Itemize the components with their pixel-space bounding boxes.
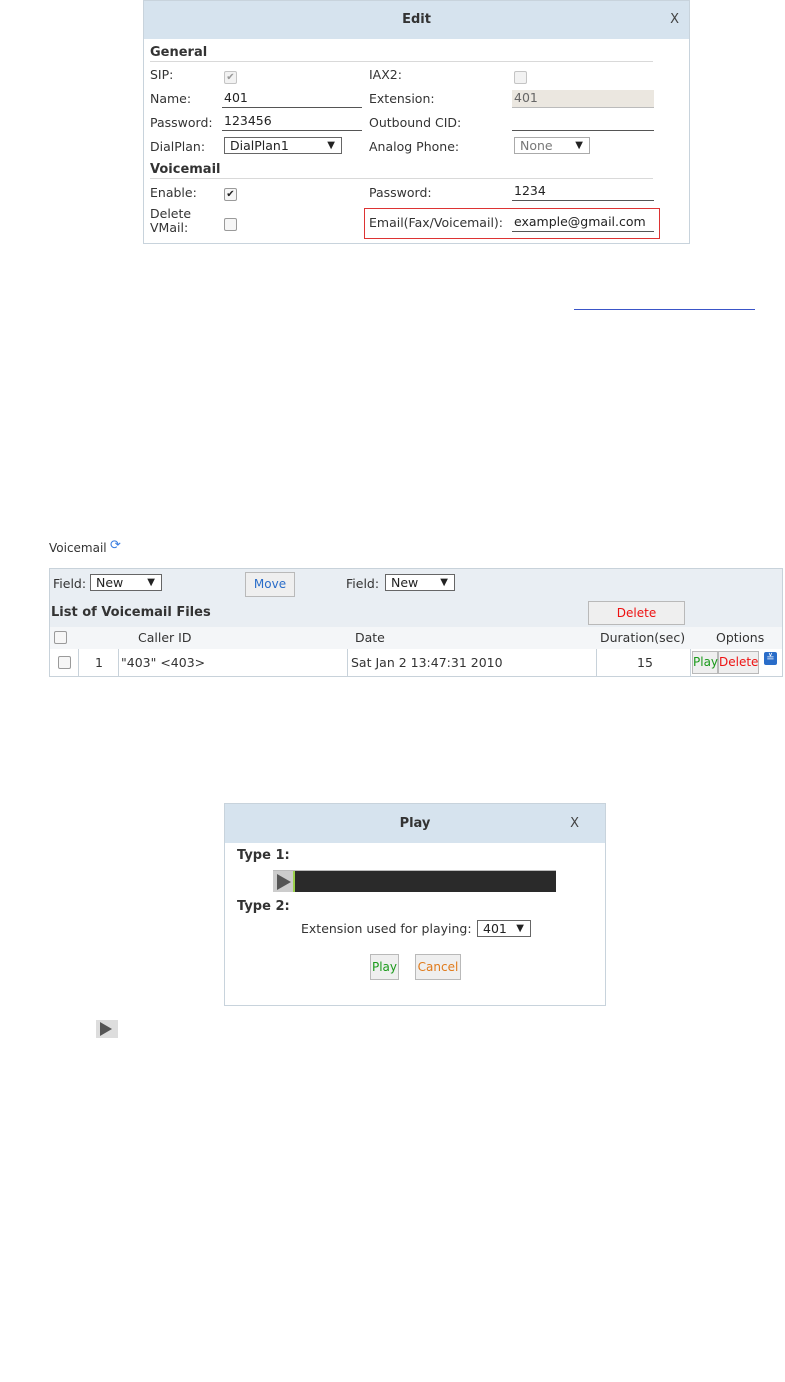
field2-select[interactable]: New ▼	[385, 574, 455, 591]
email-input[interactable]: example@gmail.com	[512, 214, 654, 232]
analog-phone-select-value: None	[520, 138, 553, 153]
row-index: 1	[95, 655, 103, 670]
table-row: 1 "403" <403> Sat Jan 2 13:47:31 2010 15…	[50, 649, 782, 676]
column-duration: Duration(sec)	[600, 630, 686, 645]
list-title: List of Voicemail Files	[51, 605, 211, 620]
chevron-down-icon: ▼	[516, 923, 524, 934]
field2-select-value: New	[391, 575, 419, 590]
row-caller-id: "403" <403>	[121, 655, 206, 670]
column-divider	[78, 649, 79, 676]
type1-label: Type 1:	[237, 848, 290, 863]
move-to-button[interactable]: Move to	[245, 572, 295, 614]
extension-input[interactable]: 401	[512, 90, 654, 108]
voicemail-toolbar: Field: New ▼ Move to Field: New ▼	[50, 569, 782, 614]
player-play-button[interactable]	[273, 871, 295, 892]
extension-used-select-value: 401	[483, 921, 507, 936]
chevron-down-icon: ▼	[147, 577, 155, 588]
row-play-button[interactable]: Play	[692, 651, 718, 674]
sip-label: SIP:	[150, 67, 174, 82]
link-underline[interactable]	[574, 309, 755, 310]
row-date: Sat Jan 2 13:47:31 2010	[351, 655, 503, 670]
play-dialog-title: Play	[399, 816, 431, 831]
row-duration: 15	[637, 655, 653, 670]
column-options: Options	[716, 630, 765, 645]
list-header-row: List of Voicemail Files Delete Selected	[50, 600, 782, 642]
column-date: Date	[355, 630, 385, 645]
chevron-down-icon: ▼	[575, 140, 583, 151]
edit-dialog: Edit X General SIP: ✔ IAX2: Name: 401 Ex…	[143, 0, 690, 244]
play-dialog-titlebar: Play X	[225, 804, 605, 843]
column-divider	[118, 649, 119, 676]
email-label: Email(Fax/Voicemail):	[369, 215, 504, 230]
dialplan-select[interactable]: DialPlan1 ▼	[224, 137, 342, 154]
column-divider	[347, 649, 348, 676]
voicemail-panel: Field: New ▼ Move to Field: New ▼ List o…	[49, 568, 783, 677]
type2-label: Type 2:	[237, 899, 290, 914]
download-icon[interactable]: ≚	[764, 652, 777, 665]
outbound-cid-input[interactable]	[512, 113, 654, 131]
cancel-button[interactable]: Cancel	[415, 954, 461, 980]
name-label: Name:	[150, 91, 192, 106]
play-icon	[277, 874, 291, 890]
table-header: Caller ID Date Duration(sec) Options	[50, 627, 782, 650]
password-label: Password:	[150, 115, 213, 130]
sip-checkbox[interactable]: ✔	[224, 71, 237, 84]
password-input[interactable]: 123456	[222, 113, 362, 131]
delete-vmail-checkbox[interactable]	[224, 218, 237, 231]
name-input[interactable]: 401	[222, 90, 362, 108]
edit-dialog-title: Edit	[402, 12, 431, 27]
delete-vmail-label-line2: VMail:	[150, 220, 189, 235]
chevron-down-icon: ▼	[327, 140, 335, 151]
chevron-down-icon: ▼	[440, 577, 448, 588]
column-caller-id: Caller ID	[138, 630, 192, 645]
vm-password-input[interactable]: 1234	[512, 183, 654, 201]
player-progress-marker	[293, 871, 295, 892]
field1-select-value: New	[96, 575, 124, 590]
iax2-checkbox[interactable]	[514, 71, 527, 84]
voicemail-title: Voicemail	[49, 541, 107, 555]
column-divider	[690, 649, 691, 676]
row-checkbox[interactable]	[58, 656, 71, 669]
dialplan-label: DialPlan:	[150, 139, 206, 154]
delete-vmail-label-line1: Delete	[150, 206, 192, 221]
extension-used-select[interactable]: 401 ▼	[477, 920, 531, 937]
select-all-checkbox[interactable]	[54, 631, 67, 644]
extension-label: Extension:	[369, 91, 435, 106]
analog-phone-label: Analog Phone:	[369, 139, 460, 154]
delete-vmail-label: Delete VMail:	[150, 207, 191, 235]
audio-player[interactable]	[273, 870, 556, 892]
field1-label: Field:	[53, 576, 87, 591]
outbound-cid-label: Outbound CID:	[369, 115, 462, 130]
column-divider	[596, 649, 597, 676]
analog-phone-select[interactable]: None ▼	[514, 137, 590, 154]
enable-checkbox[interactable]: ✔	[224, 188, 237, 201]
close-icon[interactable]: X	[670, 12, 679, 27]
general-heading: General	[150, 45, 653, 62]
play-dialog: Play X Type 1: Type 2: Extension used fo…	[224, 803, 606, 1006]
enable-label: Enable:	[150, 185, 197, 200]
field2-label: Field:	[346, 576, 380, 591]
edit-dialog-titlebar: Edit X	[144, 1, 689, 39]
standalone-play-button[interactable]	[96, 1020, 118, 1038]
field1-select[interactable]: New ▼	[90, 574, 162, 591]
iax2-label: IAX2:	[369, 67, 402, 82]
extension-used-label: Extension used for playing:	[301, 921, 472, 936]
close-icon[interactable]: X	[570, 816, 579, 831]
voicemail-heading: Voicemail	[150, 162, 653, 179]
play-button[interactable]: Play	[370, 954, 399, 980]
delete-selected-button[interactable]: Delete Selected	[588, 601, 685, 642]
play-icon	[100, 1022, 112, 1036]
dialplan-select-value: DialPlan1	[230, 138, 289, 153]
vm-password-label: Password:	[369, 185, 432, 200]
row-delete-button[interactable]: Delete	[718, 651, 759, 674]
refresh-icon[interactable]: ⟳	[110, 538, 121, 553]
